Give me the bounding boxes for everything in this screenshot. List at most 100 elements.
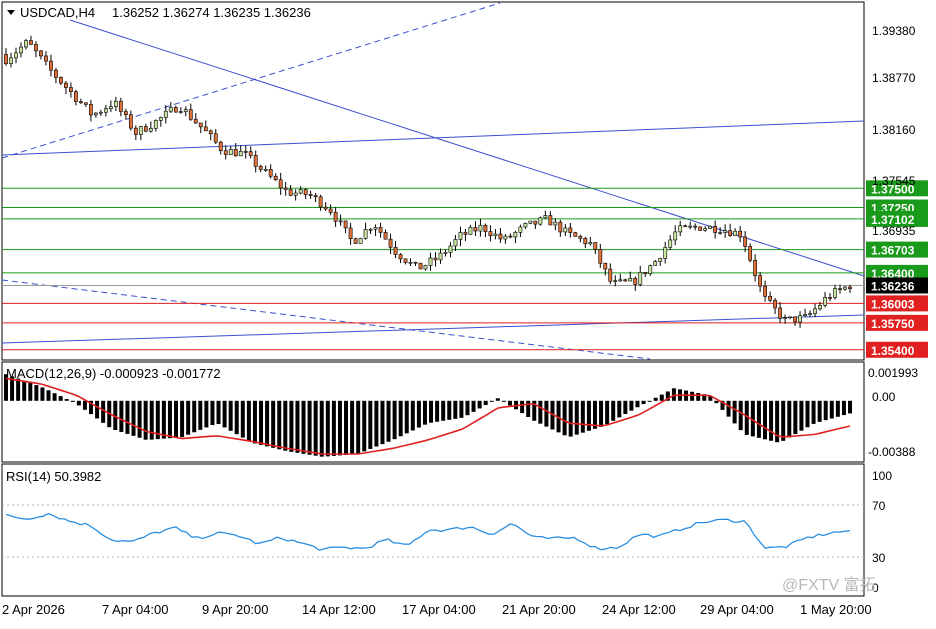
candle-body — [363, 229, 368, 239]
macd-histogram-bar — [161, 400, 166, 439]
macd-histogram-bar — [210, 400, 215, 426]
candle-body — [233, 149, 238, 157]
candle-body — [753, 260, 758, 276]
macd-histogram-bar — [410, 400, 415, 431]
candle-body — [59, 77, 63, 84]
candle-body — [74, 91, 78, 102]
candle-body — [728, 230, 733, 236]
candle-body — [143, 126, 148, 132]
macd-histogram-bar — [392, 400, 397, 440]
macd-histogram-bar — [368, 400, 373, 449]
candle-body — [138, 126, 143, 135]
candle-body — [263, 169, 268, 171]
candle-body — [69, 87, 73, 92]
candle-body — [623, 279, 628, 282]
candle-body — [513, 232, 518, 238]
candle-body — [713, 225, 718, 233]
candle-body — [628, 278, 633, 282]
candle-body — [213, 133, 218, 143]
candle-body — [758, 275, 763, 287]
candle-body — [523, 222, 528, 228]
rsi-axis-tick: 30 — [872, 551, 886, 565]
macd-histogram-bar — [125, 400, 130, 434]
price-axis-tick: 1.38160 — [872, 123, 916, 137]
candle-body — [248, 151, 253, 156]
macd-histogram-bar — [252, 400, 257, 444]
candle-body — [608, 268, 613, 282]
macd-histogram-bar — [40, 387, 45, 401]
macd-histogram-bar — [289, 400, 294, 452]
candle-body — [98, 111, 103, 114]
candle-body — [198, 122, 203, 128]
macd-histogram-bar — [386, 400, 391, 442]
candle-body — [773, 299, 777, 309]
macd-histogram-bar — [580, 400, 585, 433]
candle-body — [498, 233, 503, 240]
candle-body — [543, 215, 548, 219]
candle-body — [743, 236, 748, 247]
candle-body — [718, 232, 723, 234]
candle-body — [103, 108, 108, 113]
candle-body — [168, 107, 173, 112]
rsi-axis-tick: 70 — [872, 499, 886, 513]
macd-histogram-bar — [435, 400, 440, 422]
candle-body — [578, 236, 583, 239]
candle-body — [643, 272, 648, 275]
candle-body — [283, 187, 288, 190]
candle-body — [483, 224, 488, 232]
candle-body — [288, 189, 293, 196]
candle-body — [408, 261, 413, 264]
last-price-label: 1.36236 — [871, 279, 915, 293]
candle-body — [383, 232, 388, 240]
candle-body — [468, 227, 473, 235]
macd-histogram-bar — [714, 400, 719, 404]
macd-histogram-bar — [246, 400, 251, 441]
candle-body — [833, 288, 837, 298]
price-axis-tick: 1.36935 — [872, 224, 916, 238]
candle-body — [393, 246, 398, 255]
support-level-label: 1.35750 — [871, 317, 915, 331]
time-axis-tick: 9 Apr 20:00 — [202, 602, 269, 617]
candle-body — [473, 227, 478, 232]
macd-histogram-bar — [22, 380, 27, 401]
macd-histogram-bar — [34, 385, 39, 401]
candle-body — [548, 215, 553, 226]
candle-body — [653, 261, 658, 266]
candle-body — [763, 285, 768, 297]
candle-body — [303, 189, 308, 195]
candle-body — [203, 126, 208, 132]
candle-body — [428, 257, 433, 266]
macd-histogram-bar — [344, 400, 349, 455]
candle-body — [508, 235, 513, 238]
macd-histogram-bar — [629, 400, 634, 411]
macd-histogram-bar — [404, 400, 409, 434]
macd-histogram-bar — [465, 400, 470, 416]
candle-body — [328, 208, 333, 213]
candle-body — [418, 262, 423, 270]
macd-histogram-bar — [76, 400, 81, 406]
macd-histogram-bar — [635, 400, 640, 408]
candle-body — [748, 246, 753, 261]
candle-body — [528, 220, 533, 224]
candle-body — [808, 313, 812, 315]
macd-histogram-bar — [119, 400, 124, 432]
candle-body — [848, 286, 852, 290]
candle-body — [678, 225, 683, 233]
macd-histogram-bar — [568, 400, 573, 437]
candle-body — [208, 130, 213, 135]
time-axis-tick: 24 Apr 12:00 — [602, 602, 676, 617]
candle-body — [703, 228, 708, 231]
candle-body — [163, 110, 168, 118]
macd-histogram-bar — [131, 400, 136, 436]
macd-histogram-bar — [350, 400, 355, 455]
macd-histogram-bar — [453, 400, 458, 419]
macd-histogram-bar — [586, 400, 591, 431]
candle-body — [573, 232, 578, 237]
candle-body — [133, 127, 138, 135]
candle-body — [108, 106, 113, 110]
macd-histogram-bar — [222, 400, 227, 428]
candle-body — [378, 227, 383, 233]
macd-histogram-bar — [295, 400, 300, 453]
candle-body — [588, 242, 593, 245]
candle-body — [353, 238, 358, 244]
